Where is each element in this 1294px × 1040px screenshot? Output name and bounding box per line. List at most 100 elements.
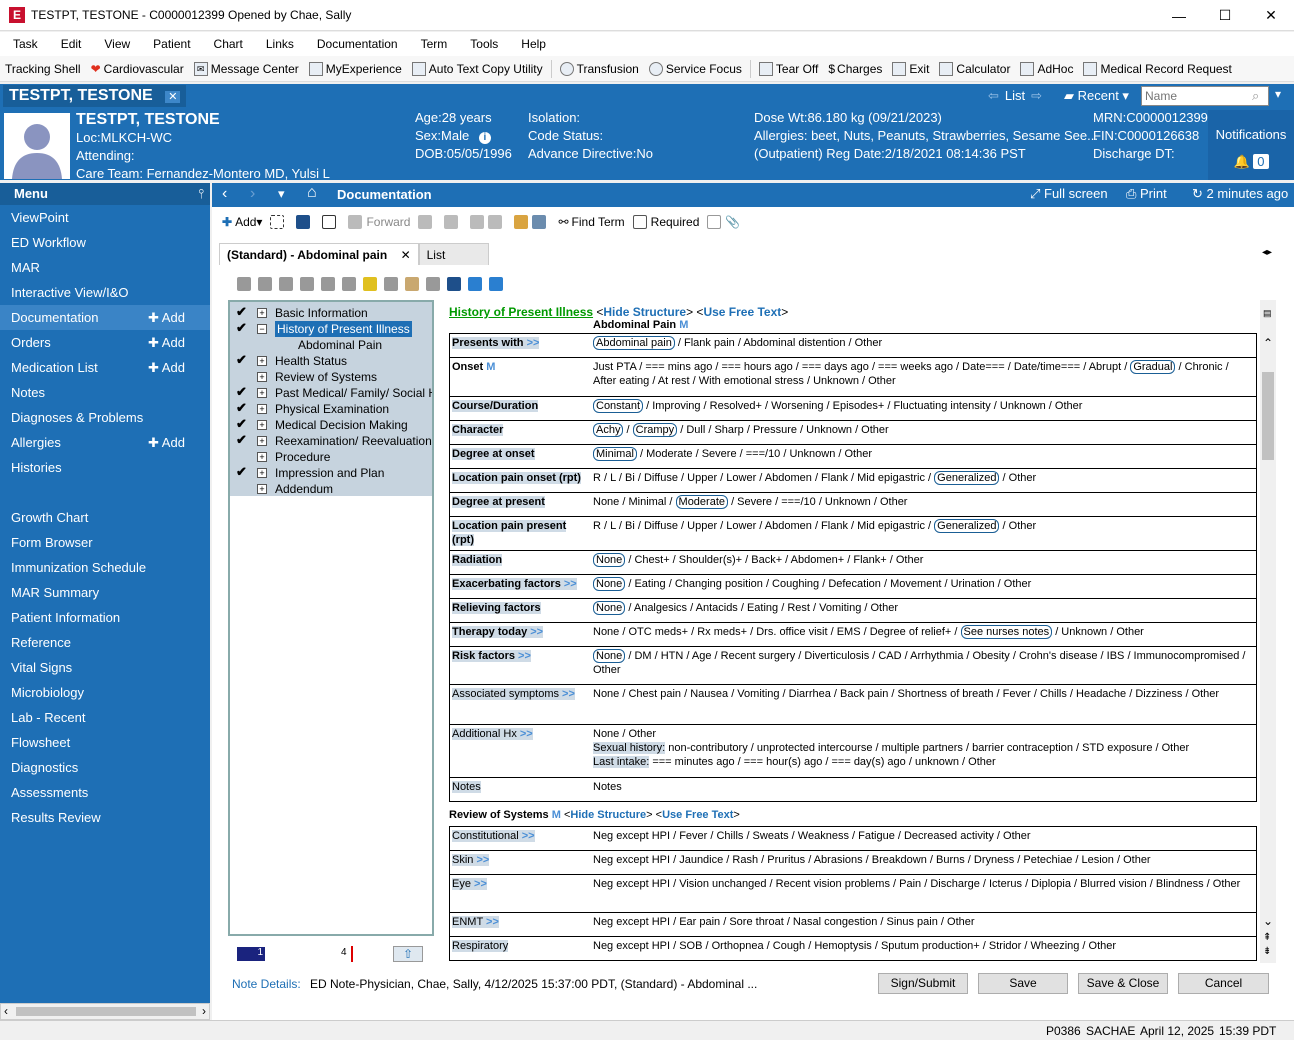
sidebar-item-interactive-view-i-o[interactable]: Interactive View/I&O: [0, 280, 210, 305]
nav-dropdown-icon[interactable]: ▾: [278, 186, 285, 202]
refresh-button[interactable]: ↻ 2 minutes ago: [1192, 186, 1288, 202]
relieving-label[interactable]: Relieving factors: [450, 599, 593, 622]
page-up-icon[interactable]: ⇞: [1263, 932, 1271, 943]
save-icon[interactable]: [296, 215, 314, 229]
tree-item-medical-decision-making[interactable]: ✔ + Medical Decision Making: [230, 417, 432, 433]
sidebar-item-microbiology[interactable]: Microbiology: [0, 680, 210, 705]
menu-task[interactable]: Task: [0, 37, 48, 51]
expand-icon[interactable]: +: [257, 484, 267, 494]
sidebar-item-immunization-schedule[interactable]: Immunization Schedule: [0, 555, 210, 580]
additional-hx-label[interactable]: Additional Hx >>: [450, 725, 593, 777]
scroll-up-icon[interactable]: ⌃: [1263, 336, 1273, 350]
degree-present-options[interactable]: None / Minimal / Moderate / Severe / ===…: [593, 493, 1256, 516]
location-present-options[interactable]: R / L / Bi / Diffuse / Upper / Lower / A…: [593, 517, 1256, 550]
sidebar-item-reference[interactable]: Reference: [0, 630, 210, 655]
scroll-right-icon[interactable]: ›: [202, 1004, 206, 1018]
associated-symptoms-options[interactable]: None / Chest pain / Nausea / Vomiting / …: [593, 685, 1256, 724]
expand-icon[interactable]: −: [257, 324, 267, 334]
list-button[interactable]: List: [1005, 88, 1025, 104]
add-allergies-button[interactable]: ✚ Add: [148, 430, 185, 455]
nav-forward-icon[interactable]: ›: [250, 185, 255, 203]
ros-title[interactable]: Review of Systems: [449, 809, 549, 821]
location-onset-label[interactable]: Location pain onset (rpt): [450, 469, 593, 492]
location-present-label[interactable]: Location pain present (rpt): [450, 517, 593, 550]
expand-icon[interactable]: +: [257, 404, 267, 414]
sidebar-item-orders[interactable]: Orders ✚ Add: [0, 330, 210, 355]
tree-item-addendum[interactable]: + Addendum: [230, 481, 432, 497]
expand-icon[interactable]: +: [257, 468, 267, 478]
maximize-icon[interactable]: ☐: [1202, 0, 1248, 31]
onset-label[interactable]: Onset M: [450, 358, 593, 396]
move-down-icon[interactable]: [489, 277, 503, 291]
calculator-button[interactable]: Calculator: [934, 61, 1015, 76]
edit-icon[interactable]: [322, 215, 340, 229]
menu-chart[interactable]: Chart: [201, 37, 253, 51]
tree-item-health-status[interactable]: ✔ + Health Status: [230, 353, 432, 369]
degree-onset-label[interactable]: Degree at onset: [450, 445, 593, 468]
sidebar-item-flowsheet[interactable]: Flowsheet: [0, 730, 210, 755]
save-icon[interactable]: [447, 277, 461, 291]
radiation-label[interactable]: Radiation: [450, 551, 593, 574]
ros-free-text-link[interactable]: Use Free Text: [662, 809, 733, 821]
tree-item-abdominal-pain[interactable]: Abdominal Pain: [230, 337, 432, 353]
patient-name[interactable]: TESTPT, TESTONE: [76, 111, 330, 129]
sidebar-item-mar-summary[interactable]: MAR Summary: [0, 580, 210, 605]
sidebar-item-viewpoint[interactable]: ViewPoint: [0, 205, 210, 230]
character-label[interactable]: Character: [450, 421, 593, 444]
menu-edit[interactable]: Edit: [48, 37, 92, 51]
sign-submit-button[interactable]: Sign/Submit: [878, 973, 968, 994]
tab-list[interactable]: List: [418, 243, 489, 265]
menu-help[interactable]: Help: [508, 37, 556, 51]
sidebar-item-documentation[interactable]: Documentation ✚ Add: [0, 305, 210, 330]
relieving-options[interactable]: None / Analgesics / Antacids / Eating / …: [593, 599, 1256, 622]
recent-dropdown[interactable]: ▰ Recent ▾: [1064, 88, 1129, 104]
risk-factors-options[interactable]: None / DM / HTN / Age / Recent surgery /…: [593, 647, 1256, 684]
menu-term[interactable]: Term: [408, 37, 458, 51]
tree-item-impression-and-plan[interactable]: ✔ + Impression and Plan: [230, 465, 432, 481]
chevron-down-icon[interactable]: ▾: [1275, 87, 1281, 101]
enmt-options[interactable]: Neg except HPI / Ear pain / Sore throat …: [593, 913, 1256, 936]
expand-icon[interactable]: +: [257, 388, 267, 398]
expand-icon[interactable]: +: [257, 308, 267, 318]
close-tab-icon[interactable]: ✕: [401, 248, 411, 262]
close-tab-icon[interactable]: ✕: [165, 91, 181, 103]
nav-back-icon[interactable]: ‹: [222, 185, 227, 203]
associated-symptoms-label[interactable]: Associated symptoms >>: [450, 685, 593, 724]
pin-icon[interactable]: ⫯: [198, 183, 204, 205]
tree-item-procedure[interactable]: + Procedure: [230, 449, 432, 465]
transfusion-button[interactable]: Transfusion: [555, 61, 644, 76]
full-screen-button[interactable]: ⤢ Full screen: [1030, 186, 1108, 202]
tree-item-reexamination-reevaluation[interactable]: ✔ + Reexamination/ Reevaluation: [230, 433, 432, 449]
adhoc-button[interactable]: AdHoc: [1015, 61, 1078, 76]
presents-with-label[interactable]: Presents with >>: [450, 334, 593, 357]
exacerbating-options[interactable]: None / Eating / Changing position / Coug…: [593, 575, 1256, 598]
additional-hx-options[interactable]: None / Other Sexual history: non-contribu…: [593, 725, 1256, 777]
sidebar-item-diagnoses-problems[interactable]: Diagnoses & Problems: [0, 405, 210, 430]
sidebar-item-vital-signs[interactable]: Vital Signs: [0, 655, 210, 680]
sidebar-item-histories[interactable]: Histories: [0, 455, 210, 480]
patient-search-input[interactable]: [1141, 86, 1269, 106]
page-down-icon[interactable]: ⇟: [1263, 946, 1271, 957]
expand-icon[interactable]: +: [257, 372, 267, 382]
sidebar-item-assessments[interactable]: Assessments: [0, 780, 210, 805]
exit-button[interactable]: Exit: [887, 61, 934, 76]
page-up-icon[interactable]: ⇧: [393, 946, 423, 962]
info-icon[interactable]: i: [478, 132, 491, 144]
sidebar-item-mar[interactable]: MAR: [0, 255, 210, 280]
skin-label[interactable]: Skin >>: [450, 851, 593, 874]
auto-text-button[interactable]: Auto Text Copy Utility: [407, 61, 548, 76]
spell-check-icon[interactable]: ▤: [1263, 308, 1272, 319]
respiratory-label[interactable]: Respiratory: [450, 937, 593, 960]
expand-icon[interactable]: +: [257, 420, 267, 430]
move-up-icon[interactable]: [468, 277, 482, 291]
tree-item-basic-information[interactable]: ✔ + Basic Information: [230, 305, 432, 321]
character-options[interactable]: Achy / Crampy / Dull / Sharp / Pressure …: [593, 421, 1256, 444]
skin-options[interactable]: Neg except HPI / Jaundice / Rash / Pruri…: [593, 851, 1256, 874]
tab-standard-abdominal-pain[interactable]: (Standard) - Abdominal pain ✕: [219, 243, 419, 265]
menu-links[interactable]: Links: [253, 37, 304, 51]
sidebar-item-form-browser[interactable]: Form Browser: [0, 530, 210, 555]
hpi-title[interactable]: History of Present Illness: [449, 305, 593, 319]
highlight-icon[interactable]: [363, 277, 377, 291]
save-button[interactable]: Save: [978, 973, 1068, 994]
notifications-panel[interactable]: Notifications 🔔 0: [1208, 110, 1294, 180]
